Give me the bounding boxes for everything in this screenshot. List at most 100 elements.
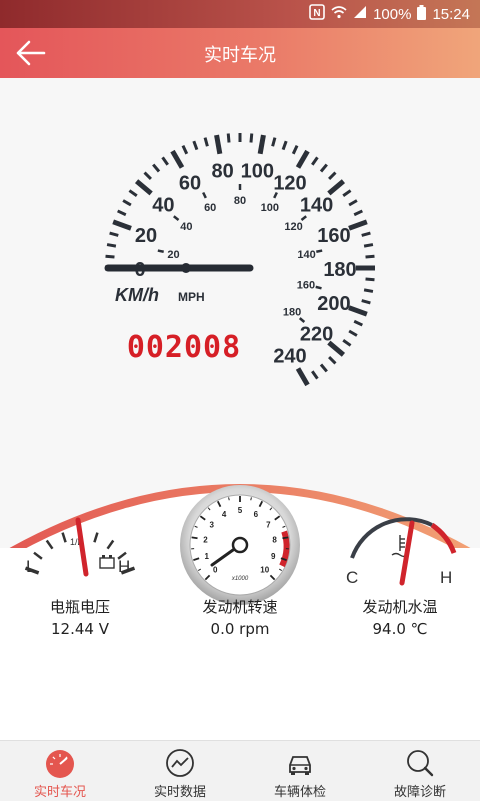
speed-tick xyxy=(349,222,367,228)
rpm-tick-label: 9 xyxy=(271,552,276,561)
speed-tick xyxy=(343,340,350,345)
rpm-tick-label: 7 xyxy=(266,520,271,529)
rpm-gauge-title: 发动机转速 xyxy=(160,596,320,617)
speed-tick xyxy=(349,308,367,314)
status-icons: N 100% 15:24 xyxy=(309,4,470,24)
nav-item-vehicle-check[interactable]: 车辆体检 xyxy=(240,741,360,801)
battery-gauge: L H 1/2 xyxy=(20,508,140,588)
speed-tick xyxy=(118,211,126,215)
kmh-unit: KM/h xyxy=(115,285,159,305)
temp-gauge-title: 发动机水温 xyxy=(320,596,480,617)
battery-icon xyxy=(417,5,426,24)
kmh-tick-label: 80 xyxy=(212,161,234,183)
rpm-tick xyxy=(229,497,230,500)
rpm-tick-label: 3 xyxy=(209,520,214,529)
clock: 15:24 xyxy=(432,6,470,23)
nav-label: 故障诊断 xyxy=(360,781,480,800)
nav-label: 实时车况 xyxy=(0,781,120,800)
speed-tick xyxy=(364,290,373,292)
speedometer: 020406080100120140160180200220240 204060… xyxy=(0,78,480,398)
battery-tick xyxy=(47,540,53,548)
speed-tick xyxy=(145,173,151,179)
speed-tick xyxy=(137,181,152,193)
mph-unit: MPH xyxy=(178,290,205,304)
speed-needle-hub xyxy=(181,263,191,273)
speed-tick xyxy=(228,134,229,143)
nav-item-fault-diagnosis[interactable]: 故障诊断 xyxy=(360,741,480,801)
battery-icon-small xyxy=(100,555,114,568)
kmh-tick-label: 120 xyxy=(273,172,306,194)
speed-tick xyxy=(173,151,183,167)
speed-tick xyxy=(312,157,317,164)
speed-tick xyxy=(354,321,362,325)
battery-gauge-title: 电瓶电压 xyxy=(0,596,160,617)
battery-tick xyxy=(63,533,66,543)
speed-tick xyxy=(366,279,375,280)
speed-tick xyxy=(362,301,371,303)
svg-text:N: N xyxy=(313,8,320,19)
magnifier-icon xyxy=(404,747,436,779)
speed-tick xyxy=(312,371,317,378)
temp-arc-cold xyxy=(352,519,432,558)
speed-tick xyxy=(321,365,327,372)
rpm-tick-label: 2 xyxy=(203,536,208,545)
speed-tick xyxy=(349,331,357,336)
speed-tick xyxy=(321,165,327,172)
speed-tick xyxy=(251,134,252,143)
speed-tick xyxy=(329,173,335,179)
kmh-tick-label: 20 xyxy=(135,225,157,247)
nav-label: 车辆体检 xyxy=(240,781,360,800)
speed-tick xyxy=(283,141,286,149)
battery-low-label: L xyxy=(26,557,35,576)
mph-tick xyxy=(316,287,322,288)
mph-tick xyxy=(158,251,164,252)
mph-tick-label: 100 xyxy=(261,202,279,214)
speed-tick xyxy=(298,368,308,384)
mph-tick-label: 180 xyxy=(283,307,301,319)
speed-tick xyxy=(217,135,220,154)
temp-gauge: C H xyxy=(340,503,470,593)
kmh-tick-label: 240 xyxy=(273,346,306,368)
kmh-tick-label: 220 xyxy=(300,323,333,345)
kmh-tick-label: 100 xyxy=(241,161,274,183)
battery-high-label: H xyxy=(118,557,130,576)
rpm-multiplier: x1000 xyxy=(231,576,249,582)
kmh-tick-label: 40 xyxy=(152,195,174,217)
battery-gauge-value: 12.44 V xyxy=(0,620,160,638)
kmh-tick-label: 200 xyxy=(317,293,350,315)
mph-tick xyxy=(203,193,206,198)
speed-tick xyxy=(106,256,115,257)
nav-item-realtime-data[interactable]: 实时数据 xyxy=(120,741,240,801)
rpm-tick-label: 8 xyxy=(272,536,277,545)
speed-tick xyxy=(362,233,371,235)
mph-tick-label: 160 xyxy=(297,279,315,291)
app-bar: 实时车况 xyxy=(0,28,480,78)
mph-tick-label: 60 xyxy=(204,202,216,214)
speed-tick xyxy=(366,256,375,257)
kmh-tick-label: 140 xyxy=(300,195,333,217)
temp-arc-hot xyxy=(432,525,454,553)
temp-high-label: H xyxy=(440,568,452,587)
rpm-gauge-value: 0.0 rpm xyxy=(160,620,320,638)
speed-tick xyxy=(329,181,344,193)
rpm-hub xyxy=(233,538,247,552)
speed-tick xyxy=(349,201,357,206)
rpm-tick xyxy=(251,497,252,500)
speed-tick xyxy=(153,165,159,172)
main-content: 020406080100120140160180200220240 204060… xyxy=(0,78,480,740)
chart-line-icon xyxy=(164,747,196,779)
mph-tick-label: 120 xyxy=(284,221,302,233)
speed-tick xyxy=(113,222,131,228)
wifi-icon xyxy=(331,5,347,23)
signal-icon xyxy=(353,5,367,23)
kmh-tick-label: 180 xyxy=(323,259,356,281)
speed-tick xyxy=(129,191,136,196)
speed-tick xyxy=(260,135,263,154)
speed-tick xyxy=(273,138,275,147)
status-bar: N 100% 15:24 xyxy=(0,0,480,28)
speed-tick xyxy=(329,357,335,363)
nav-item-realtime-status[interactable]: 实时车况 xyxy=(0,741,120,801)
rpm-gauge: 012345678910 x1000 xyxy=(178,483,302,607)
battery-percent: 100% xyxy=(373,6,411,23)
nfc-icon: N xyxy=(309,4,325,24)
